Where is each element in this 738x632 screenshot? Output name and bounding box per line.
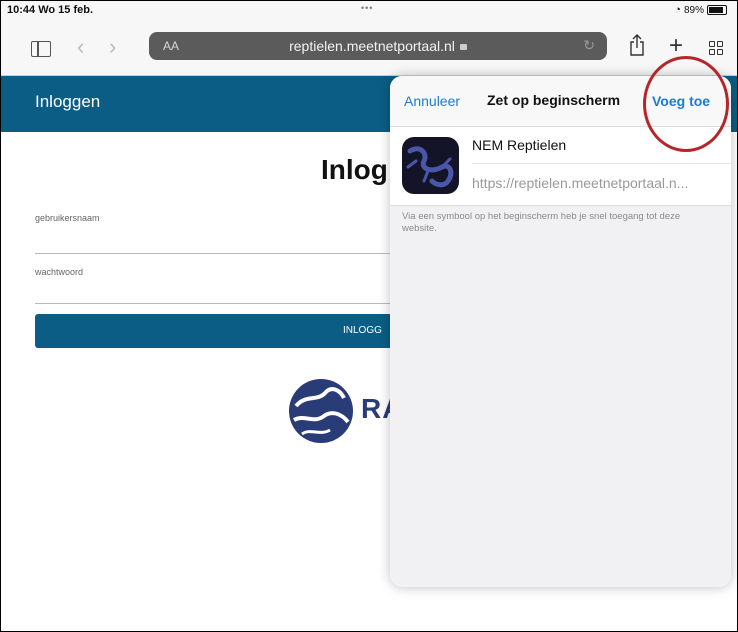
app-name-field[interactable]: NEM Reptielen [472, 137, 566, 153]
wifi-icon: ◔ [674, 4, 681, 16]
add-to-home-sheet: Annuleer Zet op beginscherm Voeg toe NEM… [390, 76, 731, 587]
screen: 10:44 Wo 15 feb. ••• ◔ 89% ‹ › AA reptie… [0, 0, 738, 632]
page-title: Inlog [321, 154, 388, 185]
login-button[interactable]: INLOGG [35, 314, 415, 348]
status-right: ◔ 89% [674, 4, 727, 16]
lock-icon [459, 44, 467, 51]
share-icon[interactable] [629, 34, 645, 56]
highlight-ring-annotation [643, 56, 729, 152]
tabs-icon[interactable] [709, 41, 723, 55]
ravon-logo-icon [286, 376, 356, 446]
url-display[interactable]: reptielen.meetnetportaal.nl [149, 38, 607, 54]
username-field[interactable] [35, 253, 395, 254]
reload-icon[interactable]: ↻ [583, 37, 595, 54]
username-label: gebruikersnaam [35, 213, 100, 223]
sidebar-icon[interactable] [31, 41, 51, 57]
sheet-title: Zet op beginscherm [487, 92, 621, 108]
cancel-button[interactable]: Annuleer [404, 93, 460, 109]
sheet-note: Via een symbool op het beginscherm heb j… [402, 211, 681, 234]
app-url: https://reptielen.meetnetportaal.n... [472, 175, 689, 191]
divider [472, 163, 731, 164]
password-field[interactable] [35, 303, 395, 304]
status-time-date: 10:44 Wo 15 feb. [7, 4, 93, 16]
browser-toolbar: 10:44 Wo 15 feb. ••• ◔ 89% ‹ › AA reptie… [1, 1, 737, 76]
login-button-label: INLOGG [343, 325, 382, 336]
app-lizard-icon [402, 137, 459, 194]
multitasking-dots[interactable]: ••• [361, 3, 373, 13]
battery-percent: 89% [683, 4, 704, 16]
address-bar[interactable]: AA reptielen.meetnetportaal.nl ↻ [149, 32, 607, 60]
url-text: reptielen.meetnetportaal.nl [289, 38, 455, 54]
battery-icon [707, 5, 727, 15]
header-title: Inloggen [35, 92, 101, 111]
back-icon[interactable]: ‹ [77, 34, 84, 60]
forward-icon[interactable]: › [109, 34, 116, 60]
password-label: wachtwoord [35, 267, 84, 277]
